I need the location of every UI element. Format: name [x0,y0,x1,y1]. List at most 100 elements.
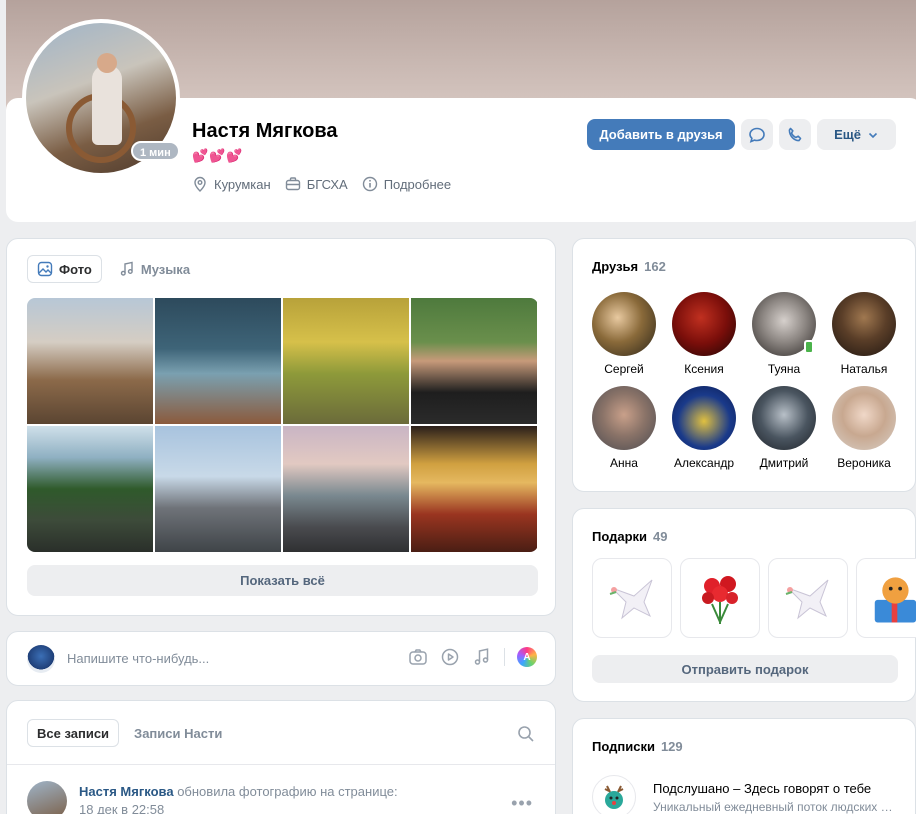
info-more[interactable]: Подробнее [362,176,451,192]
briefcase-icon [285,177,300,191]
tab-all-posts[interactable]: Все записи [27,719,120,747]
media-tabs: Фото Музыка [27,255,199,283]
wall-tabs: Все записи Записи Насти [27,719,231,747]
add-friend-button[interactable]: Добавить в друзья [587,119,735,150]
post-composer: Напишите что-нибудь... A [6,631,556,686]
friend-item[interactable]: Сергей [592,292,656,376]
subscription-description: Уникальный ежедневный поток людских … [653,800,893,814]
friends-grid: Сергей Ксения Туяна Наталья Анна Алексан… [592,292,896,470]
send-gift-button[interactable]: Отправить подарок [592,655,898,683]
friends-count: 162 [644,259,666,274]
post-action-text: обновила фотографию на странице: [177,784,398,799]
paper-dove-icon [785,579,829,620]
ai-assistant-icon[interactable]: A [517,647,537,667]
info-more-label: Подробнее [383,176,452,192]
friends-title[interactable]: Друзья 162 [592,259,666,274]
gifts-row [592,558,916,638]
subscriptions-card: Подписки 129 Подслушано – Здесь говорят о… [572,718,916,814]
friend-name: Туяна [767,362,801,376]
music-note-icon[interactable] [472,647,492,667]
friend-name: Анна [610,456,638,470]
friend-item[interactable]: Наталья [832,292,896,376]
photo-thumb[interactable] [283,426,409,552]
gifts-title[interactable]: Подарки 49 [592,529,668,544]
more-button[interactable]: Ещё [817,119,896,150]
post-date[interactable]: 18 дек в 22:58 [79,802,164,814]
friend-item[interactable]: Туяна [752,292,816,376]
profile-status: 💕💕💕 [192,148,244,163]
photo-thumb[interactable] [411,298,537,424]
friend-avatar [672,386,736,450]
profile-name: Настя Мягкова [192,120,338,142]
camera-icon[interactable] [408,647,428,667]
friend-avatar [592,386,656,450]
more-button-label: Ещё [834,127,861,142]
music-note-icon [120,261,133,276]
carnations-icon [702,576,738,624]
photo-thumb[interactable] [155,298,281,424]
composer-divider [504,648,505,666]
friend-item[interactable]: Ксения [672,292,736,376]
phone-icon [788,127,802,141]
search-icon[interactable] [517,725,535,743]
friend-avatar [832,292,896,356]
subscriptions-title-label: Подписки [592,739,655,754]
friend-item[interactable]: Дмитрий [752,386,816,470]
friends-card: Друзья 162 Сергей Ксения Туяна Наталья Ан… [572,238,916,492]
paper-dove-icon [609,579,653,620]
post-author-link[interactable]: Настя Мягкова [79,784,174,799]
post-menu-icon[interactable]: ••• [511,793,533,814]
cat-gift-box-icon [874,577,916,623]
tab-music[interactable]: Музыка [110,255,199,283]
post-author-avatar[interactable] [27,781,67,814]
avatar-head-shape [97,53,117,73]
tab-photo[interactable]: Фото [27,255,102,283]
subscription-title[interactable]: Подслушано – Здесь говорят о тебе [653,781,871,796]
friend-avatar [832,386,896,450]
friend-name: Вероника [837,456,891,470]
gift-item[interactable] [680,558,760,638]
photo-thumb[interactable] [411,426,537,552]
info-education[interactable]: БГСХА [285,176,348,192]
info-location[interactable]: Курумкан [192,176,271,192]
friend-item[interactable]: Вероника [832,386,896,470]
message-button[interactable] [741,119,773,150]
photo-thumb[interactable] [27,426,153,552]
info-location-label: Курумкан [214,176,271,192]
video-play-icon[interactable] [440,647,460,667]
friend-name: Александр [673,456,735,470]
chevron-down-icon [868,132,878,138]
gift-item[interactable] [592,558,672,638]
message-icon [749,127,765,143]
tab-owner-posts[interactable]: Записи Насти [125,719,231,747]
info-circle-icon [362,176,377,192]
friend-item[interactable]: Александр [672,386,736,470]
friend-avatar [592,292,656,356]
composer-input[interactable]: Напишите что-нибудь... [67,651,209,666]
subscription-avatar[interactable] [592,775,636,814]
photo-thumb[interactable] [283,298,409,424]
friend-item[interactable]: Анна [592,386,656,470]
wall-card: Все записи Записи Насти Настя Мягкова об… [6,700,556,814]
photo-thumb[interactable] [27,298,153,424]
friend-avatar [672,292,736,356]
gift-item[interactable] [768,558,848,638]
photos-card: Фото Музыка Показать всё [6,238,556,616]
wall-divider [7,764,555,765]
photo-thumb[interactable] [155,426,281,552]
info-education-label: БГСХА [306,176,348,192]
image-icon [37,261,53,277]
avatar-person-shape [92,65,122,145]
photo-grid [27,298,538,552]
subscriptions-count: 129 [660,739,683,754]
call-button[interactable] [779,119,811,150]
friend-name: Дмитрий [759,456,809,470]
online-badge: 1 мин [131,141,180,161]
gift-item[interactable] [856,558,916,638]
gifts-card: Подарки 49 Отправить подарок [572,508,916,702]
gifts-count: 49 [653,529,668,544]
show-all-photos-button[interactable]: Показать всё [27,565,538,596]
subscriptions-title[interactable]: Подписки 129 [592,739,683,754]
tab-photo-label: Фото [59,261,92,277]
mobile-online-icon [804,340,814,354]
